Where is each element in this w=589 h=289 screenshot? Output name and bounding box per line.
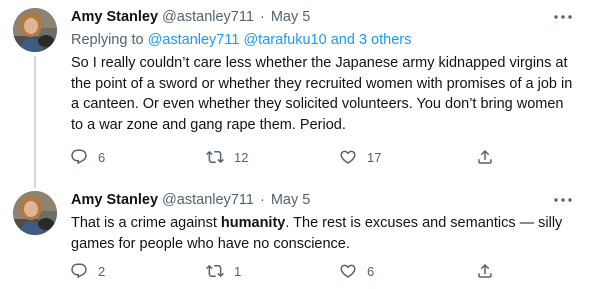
like-icon [339, 148, 357, 166]
share-icon [476, 148, 494, 166]
tweet-actions: 6 12 17 [0, 147, 589, 167]
like-count: 17 [367, 149, 382, 165]
tweet-text: So I really couldn’t care less whether t… [71, 55, 573, 133]
replying-prefix: Replying to [71, 32, 144, 48]
share-button[interactable] [476, 261, 494, 281]
more-icon[interactable] [553, 193, 573, 207]
tweet-actions: 2 1 6 [0, 261, 589, 281]
tweet-text-bold: humanity [220, 215, 286, 231]
reply-count: 6 [98, 149, 106, 165]
replying-to: Replying to @astanley711 @tarafuku10 and… [71, 31, 411, 49]
author-handle[interactable]: @astanley711 [162, 9, 254, 25]
replying-mentions[interactable]: @astanley711 @tarafuku10 and 3 others [148, 32, 412, 48]
tweet[interactable]: Amy Stanley @astanley711 · May 5 Replyin… [0, 0, 589, 188]
like-button[interactable]: 17 [339, 147, 381, 167]
reply-icon [70, 148, 88, 166]
separator-dot: · [259, 192, 265, 208]
like-count: 6 [367, 263, 375, 279]
retweet-icon [206, 262, 224, 280]
tweet-header: Amy Stanley @astanley711 · May 5 [71, 191, 310, 209]
retweet-count: 12 [234, 149, 249, 165]
retweet-button[interactable]: 12 [206, 147, 248, 167]
author-name[interactable]: Amy Stanley [71, 192, 158, 208]
more-icon[interactable] [553, 10, 573, 24]
tweet-date[interactable]: May 5 [271, 9, 311, 25]
reply-button[interactable]: 2 [70, 261, 105, 281]
author-name[interactable]: Amy Stanley [71, 9, 158, 25]
avatar[interactable] [13, 191, 57, 235]
separator-dot: · [259, 9, 265, 25]
like-icon [339, 262, 357, 280]
tweet[interactable]: Amy Stanley @astanley711 · May 5 That is… [0, 180, 589, 289]
share-icon [476, 262, 494, 280]
retweet-count: 1 [234, 263, 242, 279]
thread-line [34, 56, 36, 188]
tweet-date[interactable]: May 5 [271, 192, 311, 208]
like-button[interactable]: 6 [339, 261, 374, 281]
author-handle[interactable]: @astanley711 [162, 192, 254, 208]
tweet-text-start: That is a crime against [71, 215, 221, 231]
reply-icon [70, 262, 88, 280]
tweet-header: Amy Stanley @astanley711 · May 5 [71, 8, 310, 26]
retweet-icon [206, 148, 224, 166]
tweet-text: That is a crime against humanity. The re… [71, 213, 576, 254]
share-button[interactable] [476, 147, 494, 167]
reply-button[interactable]: 6 [70, 147, 105, 167]
avatar[interactable] [13, 8, 57, 52]
retweet-button[interactable]: 1 [206, 261, 241, 281]
reply-count: 2 [98, 263, 106, 279]
